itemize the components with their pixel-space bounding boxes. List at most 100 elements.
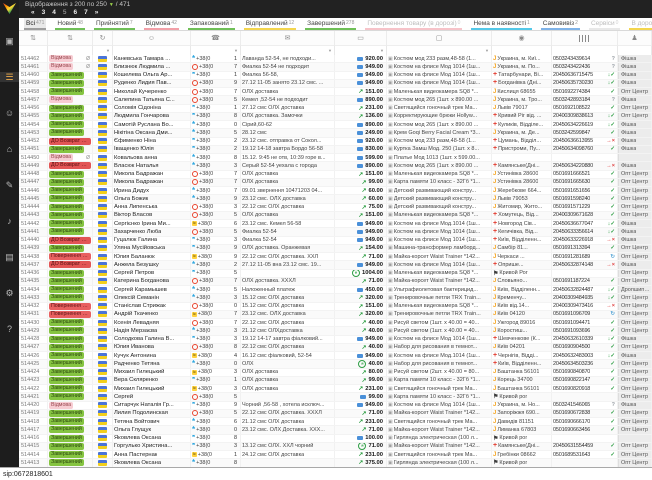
- phone-cell[interactable]: *+38(05: [191, 286, 241, 293]
- table-row[interactable]: 514454ЗавершенийСамотій Руслана Во...*+3…: [19, 121, 652, 129]
- ttn-cell[interactable]: 20450634503236✓: [552, 360, 618, 367]
- sidebar-item-help[interactable]: ?: [0, 324, 19, 334]
- ttn-cell[interactable]: 20450631554459✓: [552, 443, 618, 450]
- table-row[interactable]: 514414ЗавершенийАнна Пастернакlc+38(0124…: [19, 451, 652, 459]
- column-header-customer-icon[interactable]: ☺: [113, 31, 191, 45]
- ttn-cell[interactable]: 0501690672838✓: [552, 410, 618, 417]
- ttn-cell[interactable]: 20450632483003↓✓: [552, 352, 618, 359]
- table-row[interactable]: 514429ЗавершенийНадія Мерзаєва*+38(0321.…: [19, 327, 652, 335]
- tab-в-дорозі-додому[interactable]: В дорозі додому0: [629, 18, 652, 30]
- phone-cell[interactable]: *+38(09: [191, 245, 241, 252]
- filter-dropdown-icon[interactable]: ▼: [234, 48, 238, 53]
- ttn-cell[interactable]: [552, 435, 618, 442]
- phone-cell[interactable]: *+38(00: [191, 426, 241, 433]
- ttn-cell[interactable]: 0501690904500✓: [552, 344, 618, 351]
- table-row[interactable]: 514461ВідмоваØБлизнюк Людмила ...+38(07Ф…: [19, 63, 652, 71]
- phone-cell[interactable]: *+38(03: [191, 162, 241, 169]
- phone-cell[interactable]: *+38(02: [191, 146, 241, 153]
- table-row[interactable]: 514445ЗавершенийОльга Божик*+38(0923.12 …: [19, 195, 652, 203]
- phone-cell[interactable]: *+38(01: [191, 105, 241, 112]
- ttn-cell[interactable]: 20450634098760✓: [552, 146, 618, 153]
- filter-cell-3[interactable]: [113, 45, 191, 55]
- ttn-cell[interactable]: 0503243439614?: [552, 55, 618, 62]
- table-row[interactable]: 514427ЗавершенийЮлия Иванова+38(0822.12 …: [19, 344, 652, 352]
- table-row[interactable]: 514420ВідмоваСитарчук Наталія Гр...*+38(…: [19, 402, 652, 410]
- phone-cell[interactable]: +38(05: [191, 228, 241, 235]
- column-header-barcode-icon[interactable]: [552, 31, 618, 45]
- ttn-cell[interactable]: 0501690663456✓: [552, 426, 618, 433]
- sidebar-item-warehouse[interactable]: ⌂: [0, 144, 19, 154]
- ttn-cell[interactable]: 0501691187224✓: [552, 278, 618, 285]
- phone-cell[interactable]: *+38(09: [191, 402, 241, 409]
- table-row[interactable]: 514449ДО Возврат ок...Власюк Наталья*+38…: [19, 162, 652, 170]
- table-row[interactable]: 514433ЗавершенийОлексій Семанін*+38(0315…: [19, 294, 652, 302]
- table-row[interactable]: 514415ЗавершенийГоргулько Христина...*+3…: [19, 443, 652, 451]
- ttn-cell[interactable]: 0501691094471✓: [552, 319, 618, 326]
- ttn-cell[interactable]: [552, 154, 618, 161]
- filter-cell-9[interactable]: [552, 45, 618, 55]
- column-header-agent-icon[interactable]: ♟: [618, 31, 652, 45]
- ttn-cell[interactable]: 20400309473416→×: [552, 303, 618, 310]
- table-row[interactable]: 514453ЗавершенийНікітіна Оксана Дми...*+…: [19, 129, 652, 137]
- page-number-button[interactable]: 7: [84, 9, 88, 17]
- ttn-cell[interactable]: 20450635730230↓✓: [552, 80, 618, 87]
- table-row[interactable]: 514447ЗавершенийМикола Бадражан+38(07ОЛХ…: [19, 179, 652, 187]
- phone-cell[interactable]: lc+38(07: [191, 311, 241, 318]
- sidebar-item-clients[interactable]: ☺: [0, 108, 19, 118]
- phone-cell[interactable]: *+38(00: [191, 360, 241, 367]
- ttn-cell[interactable]: 20450633356614↓✓: [552, 228, 618, 235]
- table-row[interactable]: 514443ЗавершенийВіктор Власов+38(05ОЛХ д…: [19, 212, 652, 220]
- ttn-cell[interactable]: 20400309671628✓: [552, 212, 618, 219]
- filter-dropdown-icon[interactable]: ▼: [380, 48, 384, 53]
- phone-cell[interactable]: +38(05: [191, 393, 241, 400]
- phone-cell[interactable]: +38(07: [191, 171, 241, 178]
- filter-cell-2[interactable]: ▼: [93, 45, 113, 55]
- tab-відмова[interactable]: Відмова42: [144, 18, 179, 30]
- phone-cell[interactable]: lc+38(04: [191, 352, 241, 359]
- phone-cell[interactable]: *+38(05: [191, 129, 241, 136]
- phone-cell[interactable]: +38(07: [191, 278, 241, 285]
- table-row[interactable]: 514446ЗавершенийИрина Дидух*+38(0709.01 …: [19, 187, 652, 195]
- page-number-button[interactable]: 6: [74, 9, 78, 17]
- phone-cell[interactable]: *+38(08: [191, 154, 241, 161]
- ttn-cell[interactable]: 20450636677047↓✓: [552, 220, 618, 227]
- tab-прийнятий[interactable]: Прийнятий7: [94, 18, 135, 30]
- filter-cell-10[interactable]: [618, 45, 652, 55]
- phone-cell[interactable]: *+38(08: [191, 435, 241, 442]
- table-row[interactable]: 514435ЗавершенийКатерина Богданова+38(07…: [19, 278, 652, 286]
- phone-cell[interactable]: *+38(05: [191, 270, 241, 277]
- ttn-cell[interactable]: [552, 393, 618, 400]
- filter-dropdown-icon[interactable]: ▼: [328, 48, 332, 53]
- ttn-cell[interactable]: [552, 459, 618, 466]
- phone-cell[interactable]: +38(00: [191, 303, 241, 310]
- column-header-refresh-icon[interactable]: ↻: [93, 31, 113, 45]
- phone-cell[interactable]: *+38(08: [191, 113, 241, 120]
- ttn-cell[interactable]: 0501692108522✓: [552, 105, 618, 112]
- table-row[interactable]: 514444ЗавершенийАнна Липенська+38(0322.1…: [19, 204, 652, 212]
- table-row[interactable]: 514422ЗавершенийМихаил Гилецькийlc+38(03…: [19, 385, 652, 393]
- ttn-cell[interactable]: 0501691571229✓: [552, 204, 618, 211]
- phone-cell[interactable]: *+38(08: [191, 459, 241, 466]
- ttn-cell[interactable]: 20400309838613↓✓: [552, 113, 618, 120]
- table-row[interactable]: 514458ЗавершенийНиколай Кучеренко+38(07О…: [19, 88, 652, 96]
- sidebar-item-dashboard[interactable]: ▣: [0, 36, 19, 46]
- phone-cell[interactable]: +38(07: [191, 88, 241, 95]
- tab-самовивіз[interactable]: Самовивіз2: [541, 18, 580, 30]
- table-row[interactable]: 514450ВідмоваØКовальова анна*+38(0815.12…: [19, 154, 652, 162]
- phone-cell[interactable]: lc+38(01: [191, 451, 241, 458]
- filter-cell-0[interactable]: [19, 45, 48, 55]
- page-number-button[interactable]: 3: [42, 9, 46, 17]
- page-first-button[interactable]: «: [31, 9, 35, 17]
- filter-cell-1[interactable]: [48, 45, 93, 55]
- column-header-comment-icon[interactable]: ✉: [241, 31, 335, 45]
- table-row[interactable]: 514441ЗавершенийЗахарченко Люба+38(05Фиа…: [19, 228, 652, 236]
- table-row[interactable]: 514417ЗавершенийОльга Глущук*+38(0023.12…: [19, 426, 652, 434]
- filter-dropdown-icon[interactable]: ▼: [106, 48, 110, 53]
- tab-нема-в-наявності[interactable]: Нема в наявності1: [471, 18, 531, 30]
- table-row[interactable]: 514418ЗавершенийТетяна Войтович*+38(0621…: [19, 418, 652, 426]
- ttn-cell[interactable]: 0501691598240✓: [552, 195, 618, 202]
- tab-відправлений[interactable]: Відправлений12: [244, 18, 296, 30]
- tab-запакований[interactable]: Запакований1: [188, 18, 235, 30]
- ttn-cell[interactable]: 0501689531643✓: [552, 451, 618, 458]
- sidebar-item-reports[interactable]: ▤: [0, 252, 19, 262]
